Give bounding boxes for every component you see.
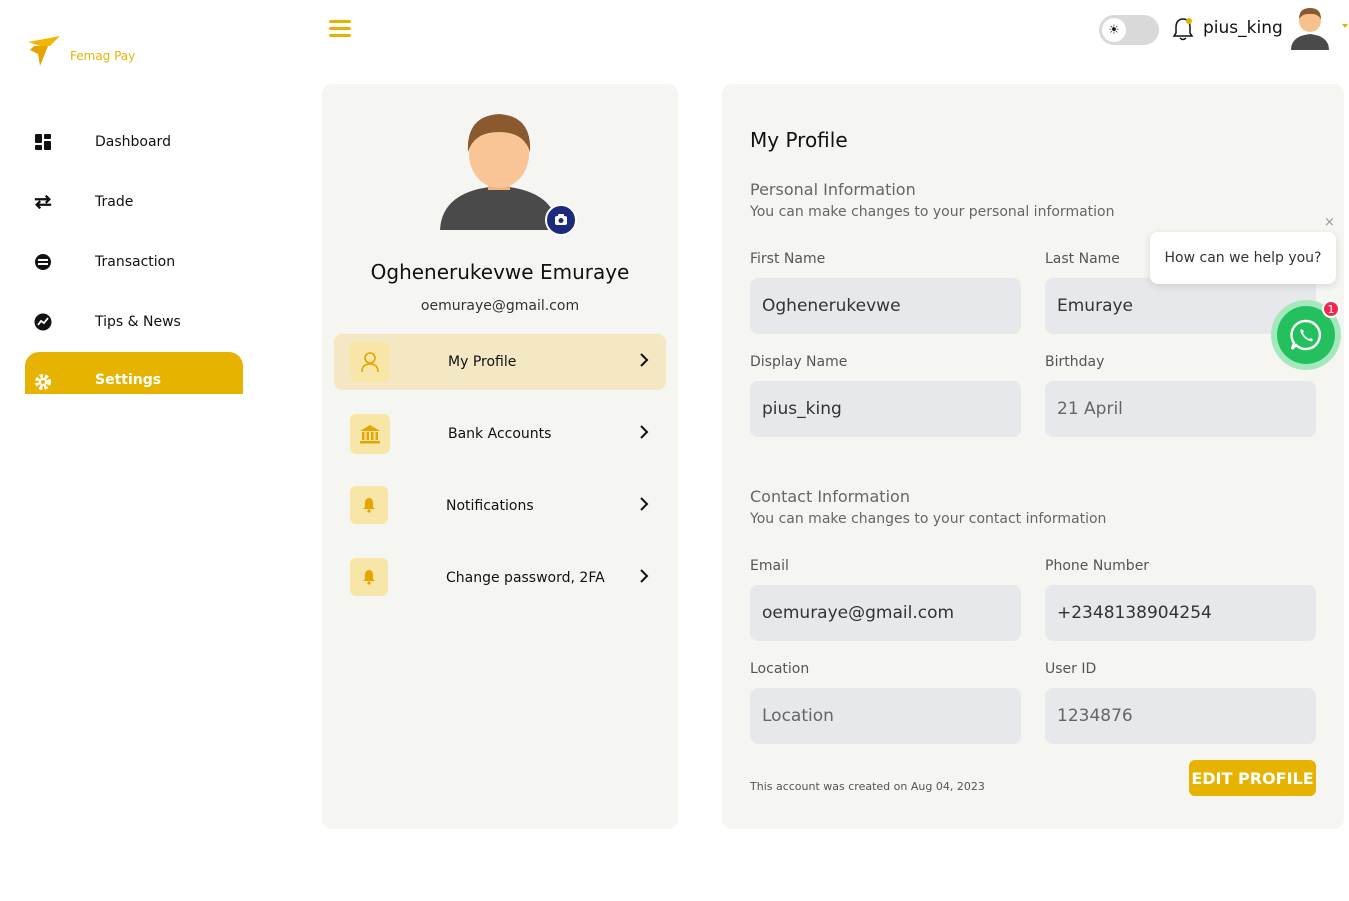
theme-toggle[interactable]: ☀: [1099, 15, 1159, 45]
menu-toggle-button[interactable]: [329, 20, 351, 40]
first-name-field[interactable]: [750, 278, 1021, 334]
location-label: Location: [750, 661, 810, 677]
bell-icon: [1172, 18, 1194, 41]
chevron-right-icon: [640, 353, 649, 367]
user-icon: [350, 342, 390, 382]
bell-icon: [350, 486, 388, 524]
hamburger-icon: [329, 20, 351, 23]
change-photo-button[interactable]: [545, 204, 577, 236]
notification-bell-button[interactable]: [1171, 16, 1195, 42]
femag-logo-icon: [26, 32, 62, 72]
personal-info-heading: Personal Information: [750, 180, 916, 199]
phone-field[interactable]: [1045, 585, 1316, 641]
display-name-field[interactable]: [750, 381, 1021, 437]
account-created-note: This account was created on Aug 04, 2023: [750, 780, 985, 793]
page-title: My Profile: [750, 128, 848, 152]
camera-icon: [555, 214, 567, 225]
sidebar-item-trade[interactable]: Trade: [25, 172, 243, 232]
transaction-icon: [33, 252, 53, 272]
brand-name: Femag Pay: [70, 49, 136, 63]
chevron-right-icon: [640, 497, 649, 511]
first-name-label: First Name: [750, 251, 826, 267]
sun-icon: ☀: [1102, 18, 1126, 42]
close-icon[interactable]: ×: [1324, 215, 1335, 230]
birthday-field[interactable]: [1045, 381, 1316, 437]
sidebar-item-tips-news[interactable]: Tips & News: [25, 292, 243, 352]
contact-info-heading: Contact Information: [750, 487, 910, 506]
location-field[interactable]: [750, 688, 1021, 744]
sidebar-item-settings[interactable]: Settings: [25, 352, 243, 394]
edit-profile-button[interactable]: EDIT PROFILE: [1189, 760, 1316, 796]
sidebar-item-transaction[interactable]: Transaction: [25, 232, 243, 292]
personal-info-description: You can make changes to your personal in…: [750, 204, 1115, 220]
menu-item-notifications[interactable]: Notifications: [334, 478, 666, 534]
sidebar-nav: Dashboard Trade Transaction Tips & News …: [25, 112, 243, 394]
chevron-right-icon: [640, 569, 649, 583]
my-profile-card: My Profile Personal Information You can …: [722, 84, 1344, 829]
menu-item-change-password[interactable]: Change password, 2FA: [334, 550, 666, 606]
sidebar-item-dashboard[interactable]: Dashboard: [25, 112, 243, 172]
user-id-field[interactable]: [1045, 688, 1316, 744]
trend-chart-icon: [33, 312, 53, 332]
sidebar-item-label: Tips & News: [95, 314, 181, 330]
contact-info-description: You can make changes to your contact inf…: [750, 511, 1107, 527]
sidebar-item-label: Settings: [95, 372, 162, 388]
chevron-down-icon[interactable]: [1342, 24, 1348, 28]
profile-email: oemuraye@gmail.com: [420, 298, 580, 314]
menu-item-label: Bank Accounts: [448, 426, 552, 442]
birthday-label: Birthday: [1045, 354, 1105, 370]
sidebar-item-label: Dashboard: [95, 134, 171, 150]
menu-item-my-profile[interactable]: My Profile: [334, 334, 666, 390]
display-name-label: Display Name: [750, 354, 848, 370]
gear-icon: [33, 372, 53, 392]
brand-logo[interactable]: Femag Pay: [26, 32, 135, 72]
chevron-right-icon: [640, 425, 649, 439]
notification-badge: 1: [1322, 300, 1340, 318]
email-label: Email: [750, 558, 789, 574]
avatar[interactable]: [1287, 4, 1333, 50]
email-field[interactable]: [750, 585, 1021, 641]
bell-icon: [350, 558, 388, 596]
profile-summary-card: Oghenerukevwe Emuraye oemuraye@gmail.com…: [322, 84, 678, 829]
chat-prompt-bubble[interactable]: How can we help you?: [1150, 232, 1336, 284]
menu-item-label: Change password, 2FA: [446, 570, 605, 586]
settings-menu: My Profile Bank Accounts Notifications C…: [334, 334, 666, 622]
menu-item-label: My Profile: [448, 354, 517, 370]
dashboard-grid-icon: [33, 132, 53, 152]
chat-prompt-text: How can we help you?: [1164, 250, 1322, 266]
swap-arrows-icon: [33, 192, 53, 212]
profile-name: Oghenerukevwe Emuraye: [370, 260, 630, 284]
user-id-label: User ID: [1045, 661, 1097, 677]
sidebar-item-label: Transaction: [95, 254, 176, 270]
menu-item-label: Notifications: [446, 498, 534, 514]
header-username[interactable]: pius_king: [1203, 18, 1283, 38]
last-name-label: Last Name: [1045, 251, 1120, 267]
phone-label: Phone Number: [1045, 558, 1150, 574]
sidebar-item-label: Trade: [95, 194, 134, 210]
menu-item-bank-accounts[interactable]: Bank Accounts: [334, 406, 666, 462]
profile-avatar: [438, 110, 560, 232]
bank-icon: [350, 414, 390, 454]
